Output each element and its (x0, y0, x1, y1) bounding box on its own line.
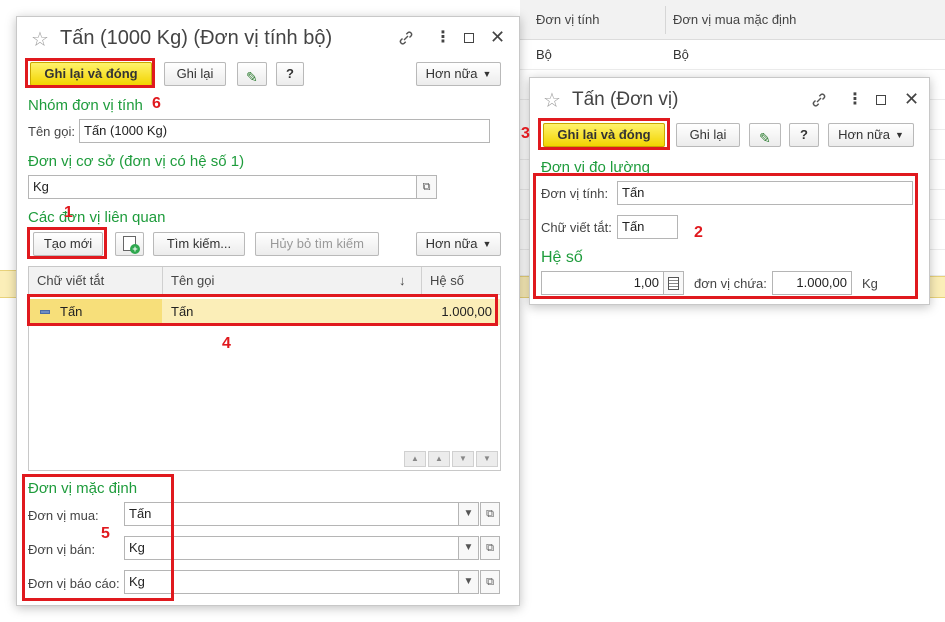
link-icon[interactable] (397, 29, 415, 47)
open-icon[interactable]: ⧉ (480, 570, 500, 594)
more-button[interactable]: Hơn nữa ▼ (416, 62, 501, 86)
edit-button[interactable]: ✎ (237, 62, 267, 86)
edit-button[interactable]: ✎ (749, 123, 781, 147)
related-units-heading: Các đơn vị liên quan (28, 209, 166, 226)
group-heading: Nhóm đơn vị tính (28, 97, 143, 114)
caret-down-icon: ▼ (895, 130, 904, 140)
help-button[interactable]: ? (276, 62, 304, 86)
close-icon[interactable]: ✕ (490, 28, 505, 46)
name-label: Tên gọi: (28, 124, 75, 139)
sort-arrow-icon[interactable]: ↓ (399, 267, 406, 295)
annotation-box-right-save-close (538, 118, 670, 150)
column-abbreviation[interactable]: Chữ viết tắt (37, 267, 104, 295)
annotation-number-2: 2 (694, 224, 703, 241)
copy-add-button[interactable]: + (115, 232, 144, 256)
dropdown-icon[interactable]: ▼ (459, 536, 479, 560)
column-factor[interactable]: Hệ số (430, 267, 464, 295)
open-icon[interactable]: ⧉ (417, 175, 437, 199)
pen-icon: ✎ (246, 69, 258, 85)
save-button[interactable]: Ghi lại (164, 62, 226, 86)
maximize-icon[interactable] (876, 95, 886, 105)
close-icon[interactable]: ✕ (904, 90, 919, 108)
scroll-bottom-icon[interactable]: ▼ (476, 451, 498, 467)
annotation-number-3: 3 (521, 125, 530, 142)
annotation-box-measure (533, 173, 918, 299)
background-table-header: Đơn vị tính Đơn vị mua mặc định (520, 0, 945, 40)
scroll-top-icon[interactable]: ▲ (404, 451, 426, 467)
open-icon[interactable]: ⧉ (480, 502, 500, 526)
maximize-icon[interactable] (464, 33, 474, 43)
more-options-icon[interactable]: ⋮ (847, 91, 863, 109)
base-unit-heading: Đơn vị cơ sở (đơn vị có hệ số 1) (28, 153, 245, 170)
bg-column-default-buy[interactable]: Đơn vị mua mặc định (673, 0, 796, 40)
open-icon[interactable]: ⧉ (480, 536, 500, 560)
dropdown-icon[interactable]: ▼ (459, 570, 479, 594)
scroll-down-icon[interactable]: ▼ (452, 451, 474, 467)
annotation-box-default-units (22, 474, 174, 601)
window-title: Tấn (1000 Kg) (Đơn vị tính bộ) (60, 27, 333, 49)
document-add-icon: + (123, 236, 140, 254)
table-row[interactable]: Bộ Bộ (520, 40, 945, 70)
cancel-search-button[interactable]: Hủy bỏ tìm kiếm (255, 232, 379, 256)
bg-column-unit[interactable]: Đơn vị tính (536, 0, 599, 40)
annotation-box-save-close (25, 58, 155, 88)
help-button[interactable]: ? (789, 123, 819, 147)
save-button[interactable]: Ghi lại (676, 123, 740, 147)
report-unit-field[interactable]: Kg (124, 570, 459, 594)
name-field[interactable]: Tấn (1000 Kg) (79, 119, 490, 143)
annotation-number-1: 1 (64, 204, 73, 221)
background-selected-row-left (0, 270, 16, 298)
dropdown-icon[interactable]: ▼ (459, 502, 479, 526)
buy-unit-field[interactable]: Tấn (124, 502, 459, 526)
annotation-number-6: 6 (152, 95, 161, 112)
column-name[interactable]: Tên gọi (171, 267, 214, 295)
favorite-star-icon[interactable]: ☆ (31, 27, 49, 52)
caret-down-icon: ▼ (482, 239, 492, 249)
more-button[interactable]: Hơn nữa ▼ (828, 123, 914, 147)
sell-unit-field[interactable]: Kg (124, 536, 459, 560)
table-header: Chữ viết tắt Tên gọi ↓ Hệ số (29, 267, 500, 295)
search-button[interactable]: Tìm kiếm... (153, 232, 245, 256)
base-unit-field[interactable]: Kg (28, 175, 417, 199)
scroll-up-icon[interactable]: ▲ (428, 451, 450, 467)
more-options-icon[interactable]: ⋮ (435, 29, 451, 47)
annotation-number-5: 5 (101, 525, 110, 542)
annotation-box-row (27, 294, 498, 326)
pen-icon: ✎ (759, 130, 771, 146)
link-icon[interactable] (810, 91, 828, 109)
caret-down-icon: ▼ (482, 69, 492, 79)
annotation-box-create (27, 227, 107, 259)
favorite-star-icon[interactable]: ☆ (543, 88, 561, 113)
related-more-button[interactable]: Hơn nữa ▼ (416, 232, 501, 256)
window-title: Tấn (Đơn vị) (572, 89, 679, 110)
annotation-number-4: 4 (222, 335, 231, 352)
